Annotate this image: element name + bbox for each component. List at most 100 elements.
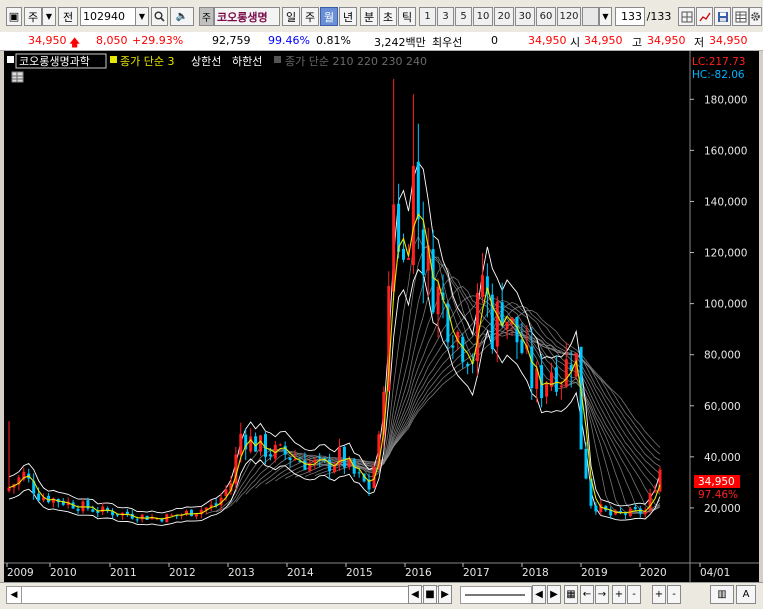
tab-minute[interactable]: 분 xyxy=(360,7,378,26)
zoom-slider[interactable] xyxy=(460,586,532,604)
x-tick-label: 2018 xyxy=(522,567,549,579)
plot-area[interactable] xyxy=(4,51,690,563)
interval-60[interactable]: 60 xyxy=(536,7,556,26)
interval-10[interactable]: 10 xyxy=(473,7,493,26)
last-change-label: 97.46% xyxy=(698,489,738,501)
x-tick-label: 2010 xyxy=(50,567,77,579)
nav-stop-button[interactable]: ■ xyxy=(423,585,437,604)
nav-play-button[interactable]: ▶ xyxy=(438,585,452,604)
scroll-left-icon[interactable]: ◀ xyxy=(7,587,22,603)
x-tick-label: 2011 xyxy=(110,567,137,579)
candle-body xyxy=(91,509,95,512)
period-dropdown-arrow[interactable]: ▼ xyxy=(42,7,56,26)
interval-custom-input[interactable] xyxy=(582,7,599,26)
code-dropdown-icon[interactable]: ▼ xyxy=(135,7,149,26)
candle-body xyxy=(313,459,317,463)
quote-low: 34,950 xyxy=(709,34,748,47)
interval-3[interactable]: 3 xyxy=(437,7,454,26)
y-tick-label: 120,000 xyxy=(704,248,747,260)
quote-open-label: 시 xyxy=(570,36,581,49)
candle-body xyxy=(495,301,499,347)
grid-icon[interactable] xyxy=(678,7,695,26)
candle-in-button[interactable]: + xyxy=(652,585,666,604)
quote-price: 34,950 xyxy=(28,34,67,47)
candle-body xyxy=(476,292,479,362)
candle-body xyxy=(303,460,307,470)
speaker-icon[interactable]: 🔈 xyxy=(170,7,194,26)
legend-ma-set-label: 종가 단순 210 220 230 240 xyxy=(285,55,427,68)
grid-toggle-icon[interactable]: ▦ xyxy=(564,585,578,604)
nav-prev-button[interactable]: ◀ xyxy=(408,585,422,604)
x-tick-label: 2020 xyxy=(640,567,667,579)
chart-panel[interactable]: 코오롱생명과학 종가 단순 3 상한선 하한선 종가 단순 210 220 23… xyxy=(4,51,759,582)
last-price-label: 34,950 xyxy=(698,476,735,488)
x-tick-label: 2017 xyxy=(463,567,490,579)
interval-20[interactable]: 20 xyxy=(494,7,514,26)
company-name[interactable]: 코오롱생명 xyxy=(214,7,280,26)
count-input[interactable]: 133 xyxy=(615,7,645,26)
zoom-in-button[interactable]: + xyxy=(612,585,626,604)
search-icon[interactable] xyxy=(151,7,168,26)
settings-gear-icon[interactable] xyxy=(749,7,762,26)
chart-tool-icon[interactable] xyxy=(696,7,713,26)
legend-marker xyxy=(7,56,14,63)
candle-body xyxy=(407,257,410,260)
company-tag: 주 xyxy=(199,7,214,26)
tab-year[interactable]: 년 xyxy=(339,7,357,26)
window-icon[interactable]: ▣ xyxy=(6,7,22,26)
candle-body xyxy=(466,363,470,367)
x-tick-label: 2019 xyxy=(581,567,608,579)
candle-body xyxy=(7,487,11,491)
x-tick-label: 04/01 xyxy=(700,567,730,579)
interval-30[interactable]: 30 xyxy=(515,7,535,26)
prefix-button[interactable]: 전 xyxy=(58,7,78,26)
candle-out-button[interactable]: - xyxy=(667,585,681,604)
interval-5[interactable]: 5 xyxy=(455,7,472,26)
chart-settings-icon[interactable]: ▥ xyxy=(710,585,734,604)
x-tick-label: 2012 xyxy=(169,567,196,579)
quote-current: 34,950 xyxy=(528,34,567,47)
scroll-right-button[interactable]: ▶ xyxy=(547,585,561,604)
candle-body xyxy=(624,513,627,515)
candle-body xyxy=(190,509,193,517)
zoom-out-button[interactable]: - xyxy=(627,585,641,604)
code-input[interactable]: 102940 xyxy=(80,7,136,26)
legend-upper-label: 상한선 xyxy=(191,55,221,68)
x-tick-label: 2013 xyxy=(228,567,255,579)
candle-body xyxy=(37,493,41,501)
interval-120[interactable]: 120 xyxy=(557,7,581,26)
pan-right-button[interactable]: → xyxy=(595,585,609,604)
candle-body xyxy=(545,382,549,397)
interval-1[interactable]: 1 xyxy=(419,7,436,26)
candle-body xyxy=(81,501,85,512)
scroll-left-button[interactable]: ◀ xyxy=(532,585,546,604)
tab-month[interactable]: 월 xyxy=(320,7,338,26)
table-icon[interactable] xyxy=(732,7,749,26)
candle-body xyxy=(416,161,420,220)
y-tick-label: 20,000 xyxy=(704,503,741,515)
candle-body xyxy=(278,444,282,446)
save-icon[interactable] xyxy=(714,7,731,26)
candle-body xyxy=(328,459,332,472)
tab-second[interactable]: 초 xyxy=(379,7,397,26)
candle-body xyxy=(451,345,455,348)
chart-svg[interactable]: 코오롱생명과학 종가 단순 3 상한선 하한선 종가 단순 210 220 23… xyxy=(4,51,759,582)
tab-tick[interactable]: 틱 xyxy=(398,7,416,26)
candle-body xyxy=(461,336,465,362)
candle-body xyxy=(520,339,524,353)
tab-week[interactable]: 주 xyxy=(301,7,319,26)
quote-volume-ratio: 99.46% xyxy=(268,34,310,47)
quote-open: 34,950 xyxy=(584,34,623,47)
legend-ma-set-marker xyxy=(274,56,281,63)
interval-dropdown-icon[interactable]: ▼ xyxy=(599,7,612,26)
candle-body xyxy=(268,454,272,457)
candle-body xyxy=(283,446,287,455)
pan-left-button[interactable]: ← xyxy=(580,585,594,604)
candle-body xyxy=(481,275,484,297)
auto-scale-button[interactable]: A xyxy=(736,585,756,604)
period-select[interactable]: 주 xyxy=(24,7,42,26)
quote-pref-label: 최우선 xyxy=(432,36,463,49)
tab-day[interactable]: 일 xyxy=(282,7,300,26)
quote-bar: 34,950 🡅 8,050 +29.93% 92,759 99.46% 0.8… xyxy=(0,32,763,51)
scroll-track[interactable]: ◀ xyxy=(6,586,452,604)
